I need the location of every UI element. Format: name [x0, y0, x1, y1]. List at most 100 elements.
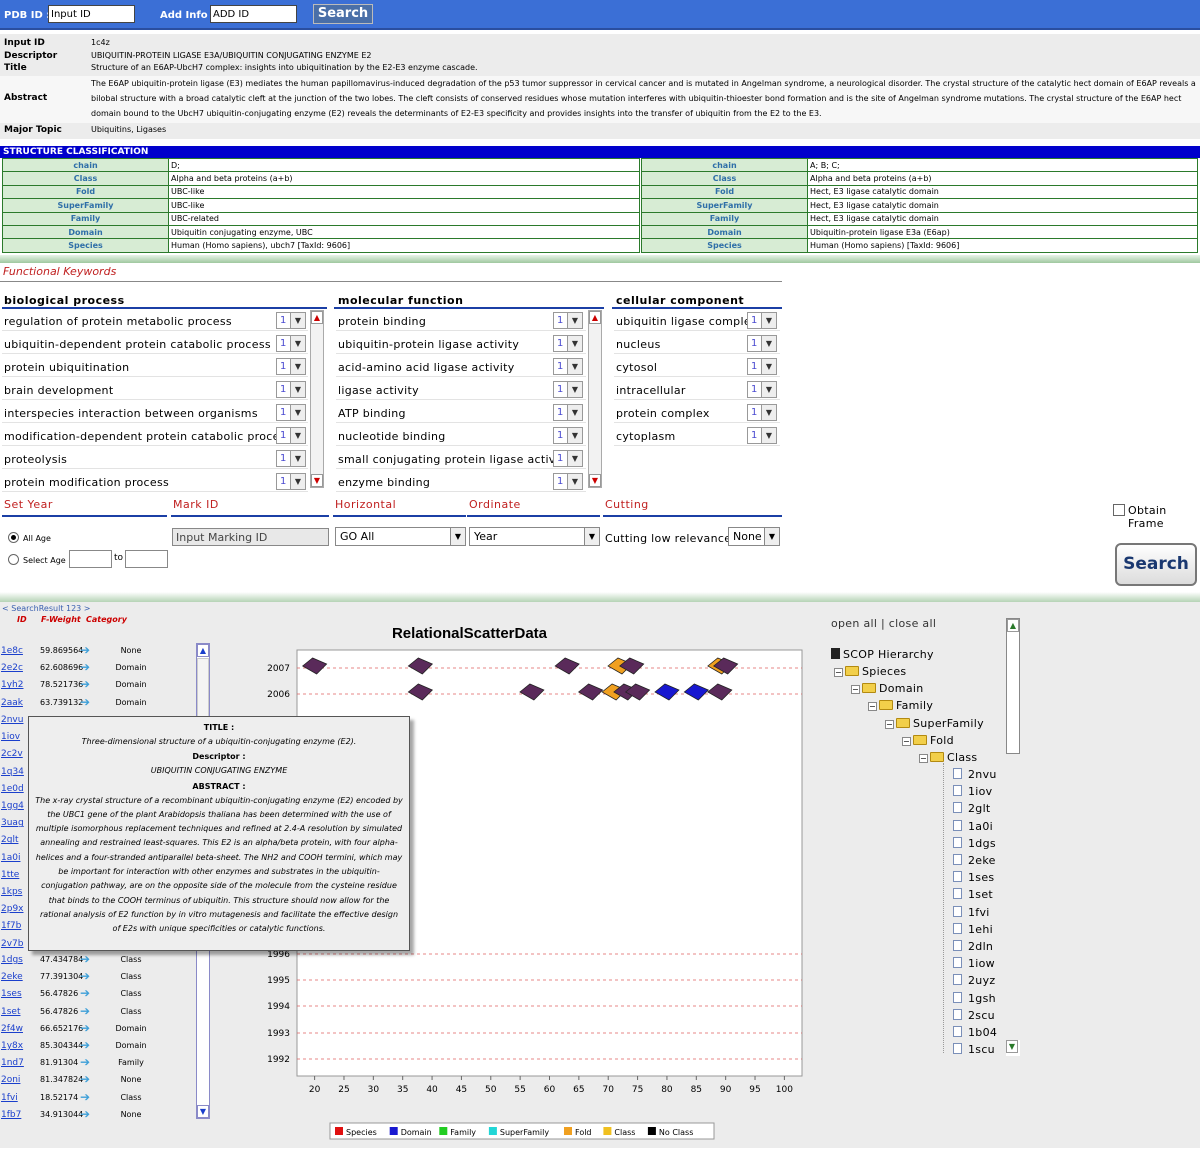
result-id-link[interactable]: 2f4w	[1, 1024, 23, 1034]
arrow-right-icon[interactable]: ➔	[80, 643, 90, 657]
collapse-icon[interactable]: −	[834, 668, 843, 677]
arrow-right-icon[interactable]: ➔	[80, 677, 90, 691]
result-id-link[interactable]: 1set	[1, 1007, 20, 1017]
age-to-input[interactable]	[125, 550, 168, 568]
keyword-weight-select[interactable]: 1 ▼	[747, 335, 777, 352]
result-id-link[interactable]: 1e8c	[1, 646, 23, 656]
keyword-weight-select[interactable]: 1 ▼	[276, 450, 306, 467]
result-id-link[interactable]: 2glt	[1, 835, 18, 845]
result-row[interactable]: 2e2c 62.608696 ➔ Domain	[0, 660, 210, 680]
keyword-weight-select[interactable]: 1 ▼	[553, 427, 583, 444]
keyword-weight-select[interactable]: 1 ▼	[276, 473, 306, 490]
tree-leaf[interactable]: 1ses	[953, 871, 994, 884]
tree-leaf[interactable]: 1dgs	[953, 836, 996, 850]
bio-scrollbar[interactable]: ▲ ▼	[310, 310, 324, 488]
keyword-weight-select[interactable]: 1 ▼	[276, 427, 306, 444]
scroll-down-icon[interactable]: ▼	[589, 474, 601, 487]
collapse-icon[interactable]: −	[885, 719, 894, 729]
tree-leaf[interactable]: 2nvu	[953, 768, 997, 781]
tree-leaf[interactable]: 1ehi	[953, 922, 993, 936]
ordinate-select[interactable]: Year ▼	[469, 527, 600, 546]
tree-leaf[interactable]: 1b04	[953, 1026, 997, 1039]
keyword-weight-select[interactable]: 1 ▼	[553, 450, 583, 467]
keyword-weight-select[interactable]: 1 ▼	[276, 335, 306, 352]
result-row[interactable]: 1ses 56.47826 ➔ Class	[0, 986, 210, 1006]
arrow-right-icon[interactable]: ➔	[80, 1090, 90, 1104]
tree-scrollbar-top[interactable]: ▲	[1006, 618, 1020, 754]
tree-leaf[interactable]: 2glt	[953, 802, 991, 815]
tree-folder[interactable]: − Spieces	[834, 665, 906, 678]
search-button[interactable]: Search	[1115, 543, 1197, 586]
age-from-input[interactable]	[69, 550, 112, 568]
keyword-weight-select[interactable]: 1 ▼	[553, 404, 583, 421]
result-row[interactable]: 1y8x 85.304344 ➔ Domain	[0, 1038, 210, 1058]
scroll-up-icon[interactable]: ▲	[1007, 619, 1019, 632]
tree-leaf[interactable]: 1fvi	[953, 905, 990, 919]
result-id-link[interactable]: 1y8x	[1, 1041, 23, 1051]
result-row[interactable]: 1fb7 34.913044 ➔ None	[0, 1107, 210, 1127]
result-id-link[interactable]: 2eke	[1, 972, 23, 982]
result-id-link[interactable]: 1kps	[1, 887, 22, 897]
arrow-right-icon[interactable]: ➔	[80, 1072, 90, 1086]
keyword-weight-select[interactable]: 1 ▼	[747, 312, 777, 329]
keyword-weight-select[interactable]: 1 ▼	[553, 381, 583, 398]
collapse-icon[interactable]: −	[868, 702, 877, 712]
arrow-right-icon[interactable]: ➔	[80, 952, 90, 966]
result-row[interactable]: 1e8c 59.869564 ➔ None	[0, 643, 210, 663]
result-id-link[interactable]: 1e0d	[1, 784, 24, 794]
keyword-weight-select[interactable]: 1 ▼	[276, 381, 306, 398]
collapse-icon[interactable]: −	[902, 736, 911, 746]
arrow-right-icon[interactable]: ➔	[80, 1038, 90, 1052]
result-row[interactable]: 1dgs 47.434784 ➔ Class	[0, 952, 210, 972]
tree-leaf[interactable]: 1iov	[953, 785, 993, 798]
keyword-weight-select[interactable]: 1 ▼	[553, 358, 583, 375]
result-row[interactable]: 1yh2 78.521736 ➔ Domain	[0, 677, 210, 697]
search-result-header[interactable]: < SearchResult 123 >	[2, 604, 91, 613]
tree-leaf[interactable]: 1set	[953, 888, 993, 901]
keyword-weight-select[interactable]: 1 ▼	[276, 404, 306, 421]
pdb-id-input[interactable]	[48, 5, 135, 23]
mol-scrollbar[interactable]: ▲ ▼	[588, 310, 602, 488]
tree-root[interactable]: SCOP Hierarchy	[831, 648, 934, 661]
result-id-link[interactable]: 1yh2	[1, 680, 23, 690]
tree-leaf[interactable]: 2dln	[953, 940, 993, 953]
tree-leaf[interactable]: 1a0i	[953, 819, 993, 833]
result-row[interactable]: 1set 56.47826 ➔ Class	[0, 1004, 210, 1024]
arrow-right-icon[interactable]: ➔	[80, 986, 90, 1000]
horizontal-select[interactable]: GO All ▼	[335, 527, 466, 546]
result-row[interactable]: 2f4w 66.652176 ➔ Domain	[0, 1021, 210, 1041]
result-id-link[interactable]: 1nd7	[1, 1058, 24, 1068]
cutting-select[interactable]: None ▼	[728, 527, 780, 546]
result-row[interactable]: 2aak 63.739132 ➔ Domain	[0, 695, 210, 715]
tree-folder[interactable]: − Fold	[902, 734, 954, 747]
result-id-link[interactable]: 2oni	[1, 1075, 20, 1085]
result-row[interactable]: 2oni 81.347824 ➔ None	[0, 1072, 210, 1092]
arrow-right-icon[interactable]: ➔	[80, 1004, 90, 1018]
keyword-weight-select[interactable]: 1 ▼	[553, 335, 583, 352]
result-id-link[interactable]: 3uag	[1, 818, 24, 828]
tree-leaf[interactable]: 2uyz	[953, 974, 995, 987]
result-id-link[interactable]: 1q34	[1, 767, 24, 777]
keyword-weight-select[interactable]: 1 ▼	[747, 381, 777, 398]
result-id-link[interactable]: 1fb7	[1, 1110, 21, 1120]
result-id-link[interactable]: 1gg4	[1, 801, 24, 811]
result-id-link[interactable]: 1iov	[1, 732, 20, 742]
scroll-down-icon[interactable]: ▼	[197, 1105, 209, 1118]
collapse-icon[interactable]: −	[919, 754, 928, 763]
keyword-weight-select[interactable]: 1 ▼	[276, 312, 306, 329]
result-row[interactable]: 1fvi 18.52174 ➔ Class	[0, 1090, 210, 1110]
result-row[interactable]: 1nd7 81.91304 ➔ Family	[0, 1055, 210, 1075]
tree-folder[interactable]: − Domain	[851, 682, 923, 695]
arrow-right-icon[interactable]: ➔	[80, 1107, 90, 1121]
keyword-weight-select[interactable]: 1 ▼	[276, 358, 306, 375]
keyword-weight-select[interactable]: 1 ▼	[553, 312, 583, 329]
tree-leaf[interactable]: 1gsh	[953, 991, 996, 1005]
result-id-link[interactable]: 2v7b	[1, 939, 24, 949]
scroll-up-icon[interactable]: ▲	[589, 311, 601, 324]
arrow-right-icon[interactable]: ➔	[80, 1055, 90, 1069]
result-id-link[interactable]: 1fvi	[1, 1093, 18, 1103]
result-id-link[interactable]: 1dgs	[1, 955, 23, 965]
scroll-down-icon[interactable]: ▼	[311, 474, 323, 487]
arrow-right-icon[interactable]: ➔	[80, 969, 90, 983]
top-search-button[interactable]: Search	[313, 4, 373, 24]
